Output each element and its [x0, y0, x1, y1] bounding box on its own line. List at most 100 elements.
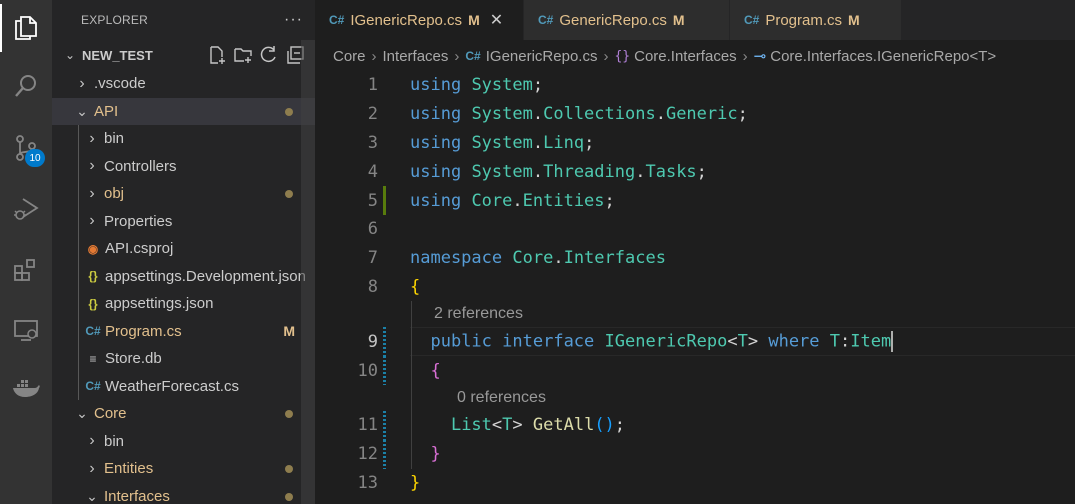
git-status-badge: M: [283, 323, 295, 340]
code-text: public interface IGenericRepo<T> where T…: [410, 331, 894, 353]
tree-item[interactable]: ⌄ Interfaces: [52, 483, 315, 504]
breadcrumb: Core › Interfaces › C# IGenericRepo.cs ›…: [315, 40, 1075, 72]
tree-item[interactable]: › Entities: [52, 455, 315, 483]
code-token: {: [410, 276, 421, 297]
breadcrumb-item[interactable]: Core.Interfaces.IGenericRepo<T>: [770, 48, 996, 65]
code-line[interactable]: 11 List<T> GetAll();: [315, 410, 1075, 440]
chevron-down-icon: ⌄: [86, 487, 98, 504]
modified-dot-icon: [285, 107, 293, 116]
tree-item[interactable]: ⌄ API: [52, 97, 315, 125]
tree-item[interactable]: › bin: [52, 125, 315, 153]
tree-item[interactable]: C# Program.cs M: [52, 318, 315, 346]
tree-item[interactable]: › .vscode: [52, 70, 315, 98]
run-debug-icon[interactable]: [0, 184, 52, 232]
tree-item[interactable]: › Properties: [52, 208, 315, 236]
code-line[interactable]: 4 using System.Threading.Tasks;: [315, 157, 1075, 186]
refresh-icon[interactable]: [259, 45, 279, 65]
line-number: 3: [367, 132, 378, 153]
tree-item[interactable]: › obj: [52, 180, 315, 208]
breadcrumb-item[interactable]: Interfaces: [383, 48, 449, 65]
tree-item[interactable]: › bin: [52, 428, 315, 456]
tab-genericrepo[interactable]: C# GenericRepo.cs M: [524, 0, 730, 40]
code-line[interactable]: 9 public interface IGenericRepo<T> where…: [315, 327, 1075, 357]
remote-explorer-icon[interactable]: [0, 306, 52, 354]
breadcrumb-item[interactable]: Core.Interfaces: [634, 48, 737, 65]
chevron-right-icon: ›: [89, 157, 95, 175]
code-token: >: [512, 415, 533, 436]
git-modified-gutter[interactable]: [383, 439, 386, 469]
codelens-references[interactable]: 0 references: [315, 384, 1075, 411]
code-line[interactable]: 10 {: [315, 356, 1075, 385]
code-line[interactable]: 1 using System;: [315, 71, 1075, 100]
tree-item[interactable]: › Controllers: [52, 153, 315, 181]
line-number: 7: [367, 248, 378, 269]
codelens-label[interactable]: 0 references: [457, 389, 546, 407]
tree-item[interactable]: {} appsettings.Development.json: [52, 263, 315, 291]
git-modified-gutter[interactable]: [383, 356, 386, 385]
code-line[interactable]: 2 using System.Collections.Generic;: [315, 100, 1075, 129]
git-modified-gutter[interactable]: [383, 410, 386, 440]
chevron-right-icon: ›: [603, 47, 609, 65]
code-line[interactable]: 3 using System.Linq;: [315, 129, 1075, 158]
chevron-right-icon: ›: [454, 47, 460, 65]
tab-label: GenericRepo.cs: [559, 11, 667, 29]
codelens-label[interactable]: 2 references: [434, 305, 523, 323]
code-line[interactable]: 6: [315, 215, 1075, 244]
codelens-references[interactable]: 2 references: [315, 301, 1075, 328]
code-line[interactable]: 8{: [315, 273, 1075, 302]
tree-item[interactable]: ≡ Store.db: [52, 345, 315, 373]
code-token: System: [471, 161, 533, 182]
extensions-icon[interactable]: [0, 246, 52, 294]
csharp-file-icon: C#: [465, 49, 481, 63]
new-file-icon[interactable]: [207, 45, 227, 65]
editor: C# IGenericRepo.cs M ✕ C# GenericRepo.cs…: [315, 0, 1075, 504]
code-token: ;: [584, 132, 595, 153]
tree-item[interactable]: ◉ API.csproj: [52, 235, 315, 263]
tab-program[interactable]: C# Program.cs M: [730, 0, 902, 40]
code-area[interactable]: 1 using System; 2 using System.Collections.…: [315, 71, 1075, 497]
sidebar-scrollbar[interactable]: [301, 40, 315, 504]
git-added-gutter[interactable]: [383, 186, 386, 215]
tab-igenericrepo[interactable]: C# IGenericRepo.cs M ✕: [315, 0, 524, 40]
docker-icon[interactable]: [0, 364, 52, 412]
code-line[interactable]: 7 namespace Core.Interfaces: [315, 244, 1075, 273]
tab-status: M: [672, 12, 685, 28]
modified-dot-icon: [285, 410, 293, 418]
tab-status: M: [848, 12, 860, 28]
new-folder-icon[interactable]: [233, 45, 253, 65]
source-control-icon[interactable]: 10: [0, 124, 52, 172]
git-modified-gutter[interactable]: [383, 327, 386, 357]
project-actions: [207, 45, 315, 65]
tree-item[interactable]: ⌄ Core: [52, 400, 315, 428]
close-icon[interactable]: ✕: [490, 10, 503, 30]
tab-label: IGenericRepo.cs: [350, 11, 463, 29]
line-number: 12: [357, 444, 378, 465]
code-line[interactable]: 13}: [315, 469, 1075, 498]
breadcrumb-item[interactable]: IGenericRepo.cs: [486, 48, 598, 65]
code-token: .: [635, 161, 646, 182]
code-line[interactable]: 5 using Core.Entities;: [315, 186, 1075, 215]
json-file-icon: {}: [88, 296, 98, 311]
more-actions-icon[interactable]: ···: [284, 11, 303, 29]
code-token: Linq: [543, 132, 585, 153]
search-icon[interactable]: [0, 62, 52, 110]
tree-item-label: Interfaces: [104, 487, 170, 504]
tree-item[interactable]: {} appsettings.json: [52, 290, 315, 318]
breadcrumb-item[interactable]: Core: [333, 48, 366, 65]
chevron-right-icon: ›: [89, 129, 95, 147]
explorer-icon[interactable]: [0, 4, 52, 52]
code-line[interactable]: 12 }: [315, 439, 1075, 469]
chevron-right-icon: ›: [89, 184, 95, 202]
code-text: using Core.Entities;: [410, 191, 615, 211]
project-header[interactable]: ⌄ NEW_TEST: [52, 40, 315, 70]
line-number: 4: [367, 161, 378, 182]
code-token: using: [410, 75, 462, 96]
code-token: Core: [512, 248, 554, 269]
code-token: <: [491, 415, 503, 436]
explorer-sidebar: EXPLORER ··· ⌄ NEW_TEST › .vscode ⌄ API › bin…: [52, 0, 315, 504]
code-token: ;: [532, 75, 544, 96]
tree-item[interactable]: C# WeatherForecast.cs: [52, 373, 315, 401]
